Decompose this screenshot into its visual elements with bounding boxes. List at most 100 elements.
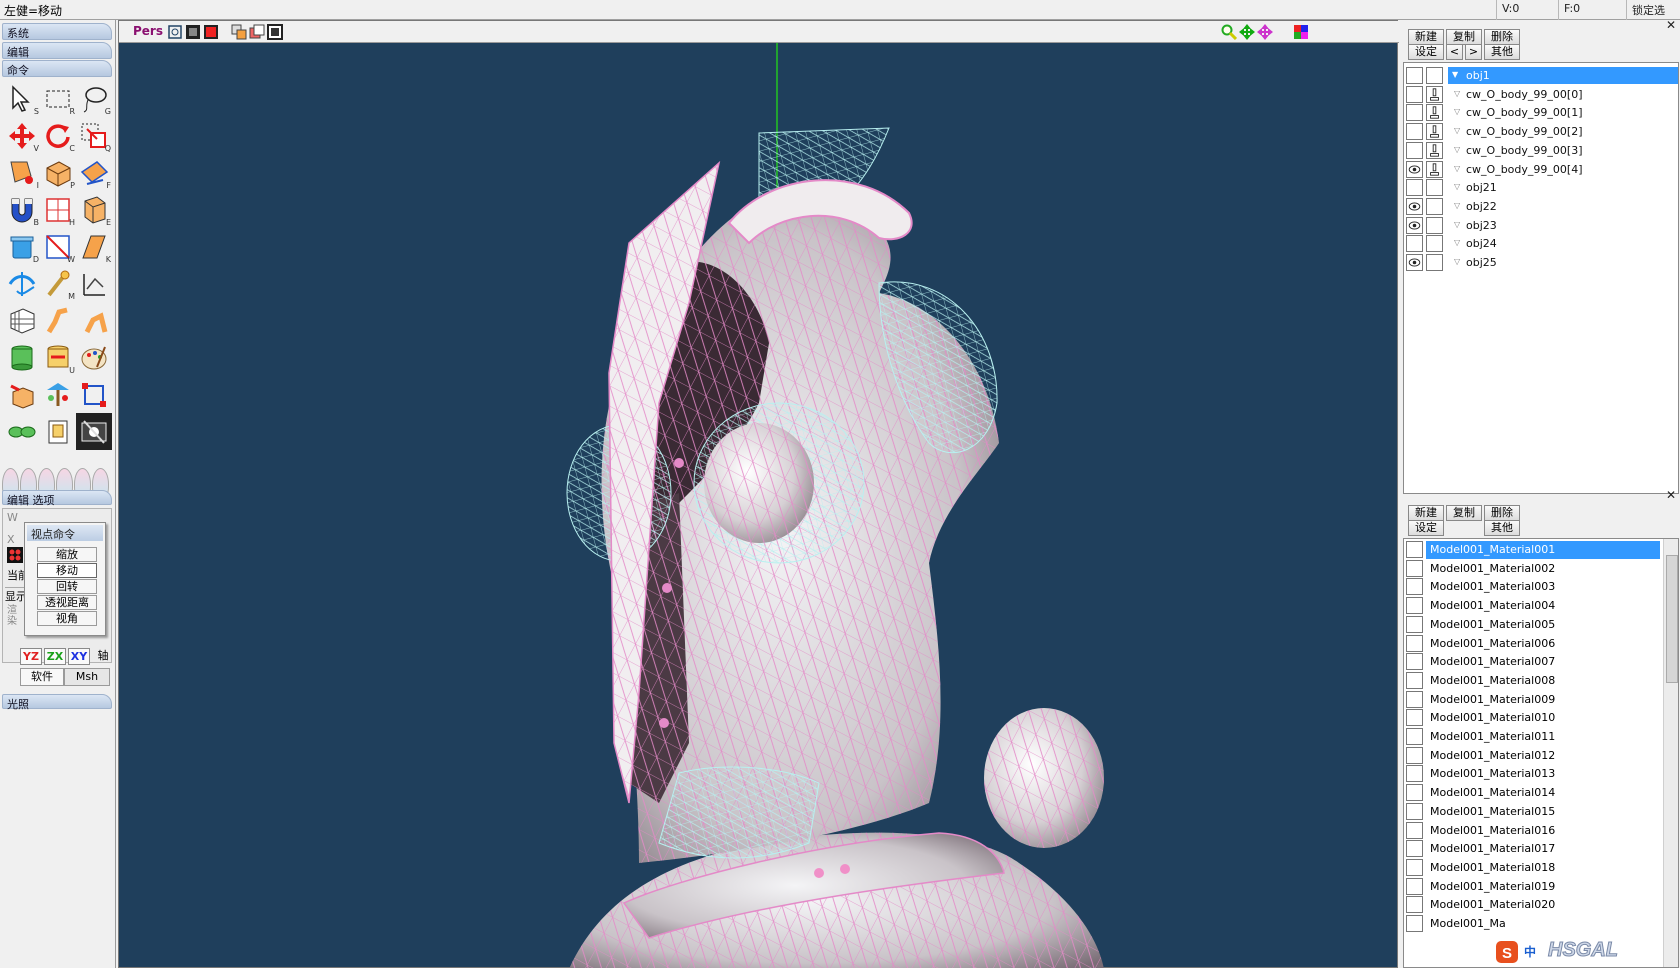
expand-triangle-icon[interactable]: ▼	[1452, 70, 1458, 79]
x-tab[interactable]: X	[7, 533, 15, 546]
material-checkbox[interactable]	[1406, 559, 1423, 577]
zoom-view-icon[interactable]	[1221, 24, 1237, 40]
lock-toggle[interactable]	[1426, 179, 1443, 197]
magnet-tool-button[interactable]: B	[4, 191, 40, 228]
paint-stick-tool-button[interactable]: M	[40, 265, 76, 302]
face-create-tool-button[interactable]: I	[4, 154, 40, 191]
projection-mode[interactable]: Pers	[133, 24, 163, 38]
multi-view-icon[interactable]	[231, 24, 247, 40]
snap-icon[interactable]	[7, 547, 23, 563]
material-checkbox[interactable]	[1406, 653, 1423, 671]
lattice-tool-button[interactable]	[4, 302, 40, 339]
mat-copy-button[interactable]: 复制	[1446, 505, 1482, 521]
lock-icon[interactable]	[1426, 123, 1443, 141]
film-tool-button[interactable]	[76, 413, 112, 450]
mat-delete-button[interactable]: 删除	[1484, 505, 1520, 521]
expand-triangle-icon[interactable]: ▽	[1454, 220, 1460, 229]
move-button[interactable]: 移动	[37, 563, 97, 578]
eye-icon[interactable]	[1406, 216, 1423, 234]
material-checkbox[interactable]	[1406, 728, 1423, 745]
rect-select-tool-button[interactable]: R	[40, 80, 76, 117]
axis-xy-button[interactable]: XY	[68, 648, 90, 665]
object-row[interactable]: obj21 ▽	[1404, 177, 1678, 197]
material-checkbox[interactable]	[1406, 671, 1423, 689]
material-checkbox[interactable]	[1406, 634, 1423, 652]
expand-triangle-icon[interactable]: ▽	[1454, 238, 1460, 247]
obj-new-button[interactable]: 新建	[1408, 29, 1444, 45]
lock-select-button[interactable]: 锁定选择	[1626, 0, 1680, 33]
rotate-tool-button[interactable]: C	[40, 117, 76, 154]
ime-mode[interactable]: 中	[1524, 943, 1536, 960]
expand-triangle-icon[interactable]: ▽	[1454, 182, 1460, 191]
section-edit-options[interactable]: 编辑 选项	[2, 490, 112, 507]
solid-toggle-icon[interactable]	[203, 24, 219, 40]
visibility-toggle[interactable]	[1406, 67, 1423, 84]
lock-toggle[interactable]	[1426, 197, 1443, 215]
material-checkbox[interactable]	[1406, 821, 1423, 839]
material-row[interactable]: Model001_Material007	[1404, 652, 1662, 672]
eye-icon[interactable]	[1406, 197, 1423, 215]
rotate-view-icon[interactable]	[1257, 24, 1273, 40]
bevel-tool-button[interactable]: K	[76, 228, 112, 265]
material-row[interactable]: Model001_Material011	[1404, 727, 1662, 747]
expand-triangle-icon[interactable]: ▽	[1454, 164, 1460, 173]
plane-axis-tool-button[interactable]	[76, 265, 112, 302]
object-row[interactable]: cw_O_body_99_00[4] ▽	[1404, 159, 1678, 179]
lock-toggle[interactable]	[1426, 254, 1443, 271]
material-checkbox[interactable]	[1406, 690, 1423, 708]
eye-icon[interactable]	[1406, 160, 1423, 178]
material-row[interactable]: Model001_Material018	[1404, 858, 1662, 878]
delete-bucket-tool-button[interactable]: D	[4, 228, 40, 265]
lock-toggle[interactable]	[1426, 235, 1443, 253]
perspective-distance-button[interactable]: 透视距离	[37, 595, 97, 610]
material-checkbox[interactable]	[1406, 802, 1423, 820]
scale-tool-button[interactable]: Q	[76, 117, 112, 154]
bend-axis-tool-button[interactable]	[4, 265, 40, 302]
visibility-toggle[interactable]	[1406, 123, 1423, 141]
mat-new-button[interactable]: 新建	[1408, 505, 1444, 521]
material-checkbox[interactable]	[1406, 578, 1423, 596]
frame-all-icon[interactable]	[167, 24, 183, 40]
eye-icon[interactable]	[1406, 254, 1423, 271]
knife-grid-tool-button[interactable]: H	[40, 191, 76, 228]
expand-triangle-icon[interactable]: ▽	[1454, 89, 1460, 98]
material-checkbox[interactable]	[1406, 615, 1423, 633]
visibility-toggle[interactable]	[1406, 235, 1423, 253]
material-row[interactable]: Model001_Material009	[1404, 690, 1662, 710]
copy-view-icon[interactable]	[249, 24, 265, 40]
obj-settings-button[interactable]: 设定	[1408, 44, 1444, 60]
lock-icon[interactable]	[1426, 85, 1443, 103]
material-row[interactable]: Model001_Material008	[1404, 671, 1662, 691]
material-scrollbar[interactable]	[1663, 539, 1678, 967]
object-row[interactable]: cw_O_body_99_00[1] ▽	[1404, 102, 1678, 122]
lock-toggle[interactable]	[1426, 216, 1443, 234]
material-checkbox[interactable]	[1406, 784, 1423, 802]
material-row[interactable]: Model001_Material019	[1404, 877, 1662, 897]
material-panel-close-icon[interactable]: ✕	[1666, 488, 1676, 502]
node-rect-tool-button[interactable]	[76, 376, 112, 413]
material-row[interactable]: Model001_Material003	[1404, 577, 1662, 597]
w-tab[interactable]: W	[7, 511, 18, 524]
palette-tool-button[interactable]	[76, 339, 112, 376]
material-row[interactable]: Model001_Ma	[1404, 914, 1662, 934]
material-checkbox[interactable]	[1406, 597, 1423, 615]
visibility-toggle[interactable]	[1406, 104, 1423, 122]
material-checkbox[interactable]	[1406, 858, 1423, 876]
material-checkbox[interactable]	[1406, 896, 1423, 914]
lock-icon[interactable]	[1426, 141, 1443, 159]
weld-tool-button[interactable]: W	[40, 228, 76, 265]
tree-tool-button[interactable]	[40, 376, 76, 413]
move-tool-button[interactable]: V	[4, 117, 40, 154]
wire-toggle-icon[interactable]	[185, 24, 201, 40]
obj-delete-button[interactable]: 删除	[1484, 29, 1520, 45]
expand-triangle-icon[interactable]: ▽	[1454, 257, 1460, 266]
obj-next-button[interactable]: >	[1465, 44, 1482, 60]
select-arrow-tool-button[interactable]: S	[4, 80, 40, 117]
material-checkbox[interactable]	[1406, 541, 1423, 558]
material-row[interactable]: Model001_Material020	[1404, 895, 1662, 915]
expand-triangle-icon[interactable]: ▽	[1454, 145, 1460, 154]
box-arrow-tool-button[interactable]	[4, 376, 40, 413]
link-tool-button[interactable]	[4, 413, 40, 450]
material-row[interactable]: Model001_Material016	[1404, 821, 1662, 841]
material-row[interactable]: Model001_Material013	[1404, 764, 1662, 784]
